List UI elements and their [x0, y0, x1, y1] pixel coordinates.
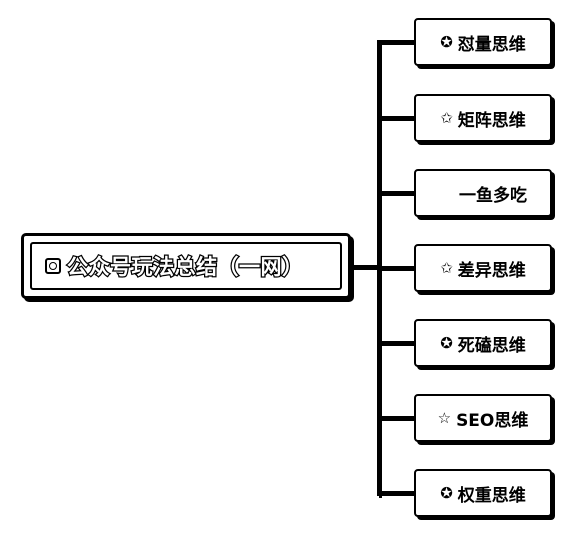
connector-branch [377, 341, 414, 344]
star-outline-icon: ✩ [440, 258, 453, 277]
child-node-duiliang[interactable]: ✪ 怼量思维 [414, 18, 552, 66]
child-node-label: 矩阵思维 [457, 110, 526, 131]
blank-icon [439, 186, 454, 201]
connector-branch [377, 40, 414, 43]
star-outline-icon: ✩ [440, 108, 453, 127]
connector-branch [377, 191, 414, 194]
star-outline-icon: ☆ [437, 408, 452, 427]
star-filled-icon: ✪ [440, 483, 453, 502]
child-node-label: 权重思维 [457, 485, 526, 506]
star-filled-icon: ✪ [440, 333, 453, 352]
child-node-label: 差异思维 [457, 260, 526, 281]
child-node-quanzhong[interactable]: ✪ 权重思维 [414, 469, 552, 517]
child-node-seo[interactable]: ☆ SEO思维 [414, 394, 552, 442]
root-node-label: 公众号玩法总结（一网） [66, 254, 304, 281]
mindmap: 公众号玩法总结（一网） ✪ 怼量思维 ✩ 矩阵思维 一鱼多吃 ✩ 差异思维 ✪ … [0, 0, 571, 534]
connector-root-trunk [351, 265, 378, 268]
connector-branch [377, 416, 414, 419]
child-node-chayi[interactable]: ✩ 差异思维 [414, 244, 552, 292]
connector-branch [377, 491, 414, 494]
instagram-lens [49, 262, 57, 270]
child-node-sike[interactable]: ✪ 死磕思维 [414, 319, 552, 367]
root-node-inner: 公众号玩法总结（一网） [30, 242, 342, 290]
child-node-yiyuduochi[interactable]: 一鱼多吃 [414, 169, 552, 217]
child-node-label: 死磕思维 [457, 335, 526, 356]
child-node-juzhen[interactable]: ✩ 矩阵思维 [414, 94, 552, 142]
connector-branch [377, 266, 414, 269]
star-filled-icon: ✪ [440, 32, 453, 51]
root-node[interactable]: 公众号玩法总结（一网） [21, 233, 351, 299]
connector-branch [377, 116, 414, 119]
instagram-icon [45, 258, 61, 274]
child-node-label: 怼量思维 [457, 34, 526, 55]
child-node-label: 一鱼多吃 [459, 185, 527, 206]
child-node-label: SEO思维 [456, 410, 529, 431]
